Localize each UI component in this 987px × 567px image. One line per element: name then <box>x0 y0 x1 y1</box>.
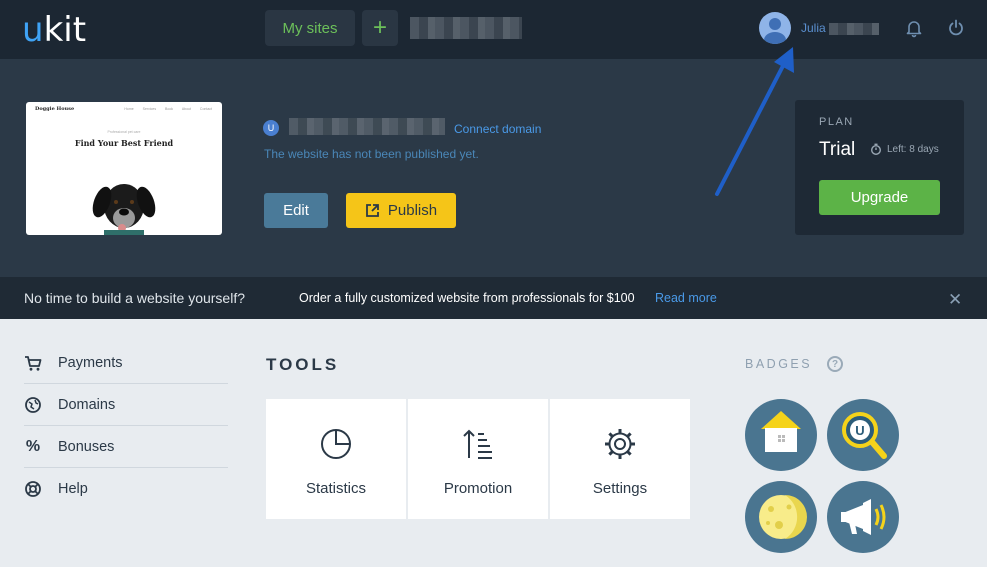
read-more-link[interactable]: Read more <box>655 291 717 305</box>
tool-promotion[interactable]: Promotion <box>408 399 548 519</box>
globe-icon <box>25 396 41 413</box>
redacted-site-address <box>289 118 445 135</box>
bell-icon[interactable] <box>904 18 924 38</box>
site-thumbnail[interactable]: Doggie House Home Services Book About Co… <box>26 102 222 235</box>
redacted-site-name <box>410 17 522 39</box>
thumb-nav: Home Services Book About Contact <box>124 107 212 111</box>
menu-label-domains: Domains <box>58 396 116 413</box>
svg-text:U: U <box>855 423 864 438</box>
plan-remaining: Left: 8 days <box>870 143 939 155</box>
site-badge-icon: U <box>263 120 279 136</box>
redacted-user-surname <box>829 23 879 35</box>
percent-icon: % <box>25 437 41 455</box>
gear-icon <box>605 429 635 459</box>
my-sites-button[interactable]: My sites <box>265 10 355 46</box>
megaphone-badge[interactable] <box>827 481 899 553</box>
stopwatch-icon <box>871 143 881 155</box>
dog-image <box>92 184 156 235</box>
menu-item-domains[interactable]: Domains <box>24 384 228 426</box>
house-badge[interactable] <box>745 399 817 471</box>
megaphone-icon <box>841 499 886 535</box>
plan-days-left: Left: 8 days <box>887 143 939 155</box>
moon-badge[interactable] <box>745 481 817 553</box>
publish-label: Publish <box>387 202 438 219</box>
connect-domain-link[interactable]: Connect domain <box>454 122 541 136</box>
sort-ascending-icon <box>463 429 492 459</box>
publish-button[interactable]: Publish <box>346 193 456 228</box>
top-bar: ukit My sites + Julia <box>0 0 987 59</box>
upgrade-button[interactable]: Upgrade <box>819 180 940 215</box>
ukit-logo[interactable]: ukit <box>22 10 86 50</box>
thumb-subtitle: Professional pet care <box>107 130 141 134</box>
menu-label-payments: Payments <box>58 354 123 371</box>
tool-label-statistics: Statistics <box>305 480 366 497</box>
tool-label-promotion: Promotion <box>443 480 513 497</box>
annotation-arrow <box>715 47 794 196</box>
menu-item-bonuses[interactable]: % Bonuses <box>24 426 228 468</box>
thumb-brand: Doggie House <box>35 106 75 112</box>
magnifier-icon: U <box>842 412 887 459</box>
tool-label-settings: Settings <box>592 480 648 497</box>
menu-label-help: Help <box>58 481 88 497</box>
close-icon[interactable]: ✕ <box>948 290 962 310</box>
banner-question: No time to build a website yourself? <box>24 290 245 306</box>
tool-statistics[interactable]: Statistics <box>266 399 406 519</box>
edit-button[interactable]: Edit <box>264 193 328 228</box>
banner-offer: Order a fully customized website from pr… <box>299 291 635 305</box>
menu-item-help[interactable]: Help <box>24 468 228 510</box>
tool-settings[interactable]: Settings <box>550 399 690 519</box>
moon-icon <box>759 495 807 539</box>
publish-status: The website has not been published yet. <box>264 147 479 161</box>
menu-label-bonuses: Bonuses <box>58 438 115 455</box>
search-badge[interactable]: U <box>827 399 899 471</box>
cart-icon <box>25 355 42 371</box>
help-icon[interactable]: ? <box>827 356 843 372</box>
menu-item-payments[interactable]: Payments <box>24 342 228 384</box>
promo-banner: No time to build a website yourself? Ord… <box>0 277 987 319</box>
user-name[interactable]: Julia <box>801 21 826 35</box>
badges-title: BADGES <box>745 357 813 371</box>
power-icon[interactable] <box>946 18 966 38</box>
plan-label: PLAN <box>819 116 854 128</box>
thumb-title: Find Your Best Friend <box>74 138 174 148</box>
add-site-button[interactable]: + <box>362 10 398 46</box>
tools-title: TOOLS <box>266 355 340 374</box>
lifebuoy-icon <box>25 481 41 497</box>
logo-u: u <box>22 10 44 50</box>
house-icon <box>761 411 801 452</box>
plan-card: PLAN Trial Left: 8 days Upgrade <box>795 100 964 235</box>
logo-rest: kit <box>43 10 87 50</box>
pie-chart-icon <box>321 429 351 459</box>
plan-name: Trial <box>819 139 856 160</box>
external-link-icon <box>365 204 379 217</box>
